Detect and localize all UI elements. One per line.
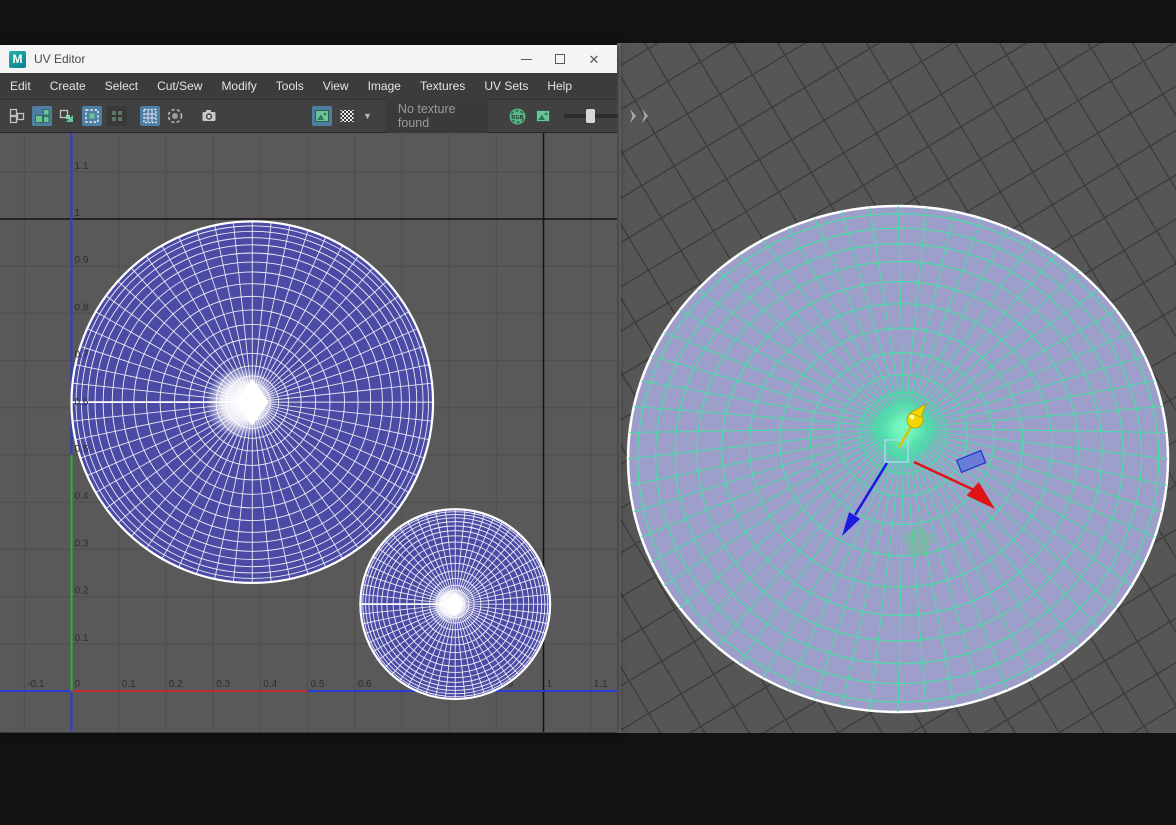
menu-item-image[interactable]: Image	[368, 79, 401, 93]
uv-blocks-icon[interactable]	[7, 106, 27, 126]
slider-handle[interactable]	[586, 109, 595, 123]
dim-display-icon[interactable]	[165, 106, 185, 126]
minimize-button[interactable]	[509, 47, 543, 71]
maximize-button[interactable]	[543, 47, 577, 71]
v-axis-label: 0.1	[75, 633, 89, 644]
close-icon: ✕	[589, 53, 600, 66]
tile-layout-icon[interactable]	[32, 106, 52, 126]
v-axis-label: 0.2	[75, 586, 89, 597]
v-axis-label: 0.7	[75, 350, 89, 361]
v-axis-label: 0.6	[75, 397, 89, 408]
uv-editor-window: M UV Editor ✕ Edit Create Select Cut/Sew Mod…	[0, 45, 617, 733]
maximize-icon	[555, 54, 565, 64]
minimize-icon	[521, 59, 532, 60]
u-axis-label: 0.3	[216, 679, 230, 690]
u-axis-label: 1	[547, 679, 553, 690]
u-axis-label: 0.2	[169, 679, 183, 690]
v-axis-label: 1.1	[75, 161, 89, 172]
menu-item-textures[interactable]: Textures	[420, 79, 465, 93]
menu-bar: Edit Create Select Cut/Sew Modify Tools View Im…	[0, 73, 617, 100]
u-axis-label: 1.1	[594, 679, 608, 690]
u-axis-label: 0.5	[311, 679, 325, 690]
title-bar[interactable]: M UV Editor ✕	[0, 45, 617, 73]
menu-item-view[interactable]: View	[323, 79, 349, 93]
menu-item-tools[interactable]: Tools	[276, 79, 304, 93]
shell-stack-icon[interactable]	[57, 106, 77, 126]
menu-item-cut-sew[interactable]: Cut/Sew	[157, 79, 202, 93]
menu-item-select[interactable]: Select	[105, 79, 138, 93]
uv-canvas[interactable]: -0.1 0 0.1 0.2 0.3 0.4 0.5 0.6 0.7 0.8 0.9 1 1.1 0.1 0…	[0, 133, 617, 732]
uv-snapshot-camera-icon[interactable]	[199, 106, 219, 126]
menu-item-help[interactable]: Help	[547, 79, 572, 93]
checker-display-icon[interactable]	[337, 106, 357, 126]
tile-grid-dim-icon[interactable]	[107, 106, 127, 126]
3d-viewport[interactable]	[617, 43, 1176, 733]
u-axis-label: -0.1	[27, 679, 45, 690]
maya-logo-icon: M	[9, 51, 26, 68]
exposure-slider[interactable]	[564, 109, 618, 123]
maya-application: M UV Editor ✕ Edit Create Select Cut/Sew Mod…	[0, 0, 1176, 825]
u-axis-label: 0.1	[122, 679, 136, 690]
image-range-icon[interactable]	[533, 106, 553, 126]
menu-item-modify[interactable]: Modify	[221, 79, 256, 93]
menu-item-uv-sets[interactable]: UV Sets	[484, 79, 528, 93]
v-axis-label: 0.9	[75, 255, 89, 266]
disc-mesh[interactable]	[621, 43, 1176, 733]
pixel-grid-icon[interactable]	[140, 106, 160, 126]
svg-text:RGB: RGB	[512, 115, 524, 121]
large-disc-shell[interactable]	[72, 221, 434, 583]
v-axis-label: 1	[75, 208, 81, 219]
texture-dropdown-arrow-icon[interactable]: ▼	[363, 111, 372, 121]
rgb-channels-icon[interactable]: RGB	[508, 106, 528, 126]
small-disc-shell[interactable]	[360, 509, 550, 699]
v-axis-label: 0.3	[75, 538, 89, 549]
border-select-icon[interactable]	[82, 106, 102, 126]
menu-item-create[interactable]: Create	[50, 79, 86, 93]
v-axis-label: 0.8	[75, 302, 89, 313]
v-axis-label: 0.5	[75, 444, 89, 455]
expand-toolbar-icon[interactable]	[628, 108, 650, 124]
u-axis-label: 0	[75, 679, 81, 690]
u-axis-label: 0.6	[358, 679, 372, 690]
toolbar: ▼ No texture found RGB	[0, 100, 617, 133]
v-axis-label: 0.4	[75, 491, 89, 502]
close-button[interactable]: ✕	[577, 47, 611, 71]
texture-status: No texture found	[386, 99, 488, 133]
menu-item-edit[interactable]: Edit	[10, 79, 31, 93]
image-display-icon[interactable]	[312, 106, 332, 126]
window-title: UV Editor	[34, 52, 509, 66]
u-axis-label: 0.4	[263, 679, 277, 690]
